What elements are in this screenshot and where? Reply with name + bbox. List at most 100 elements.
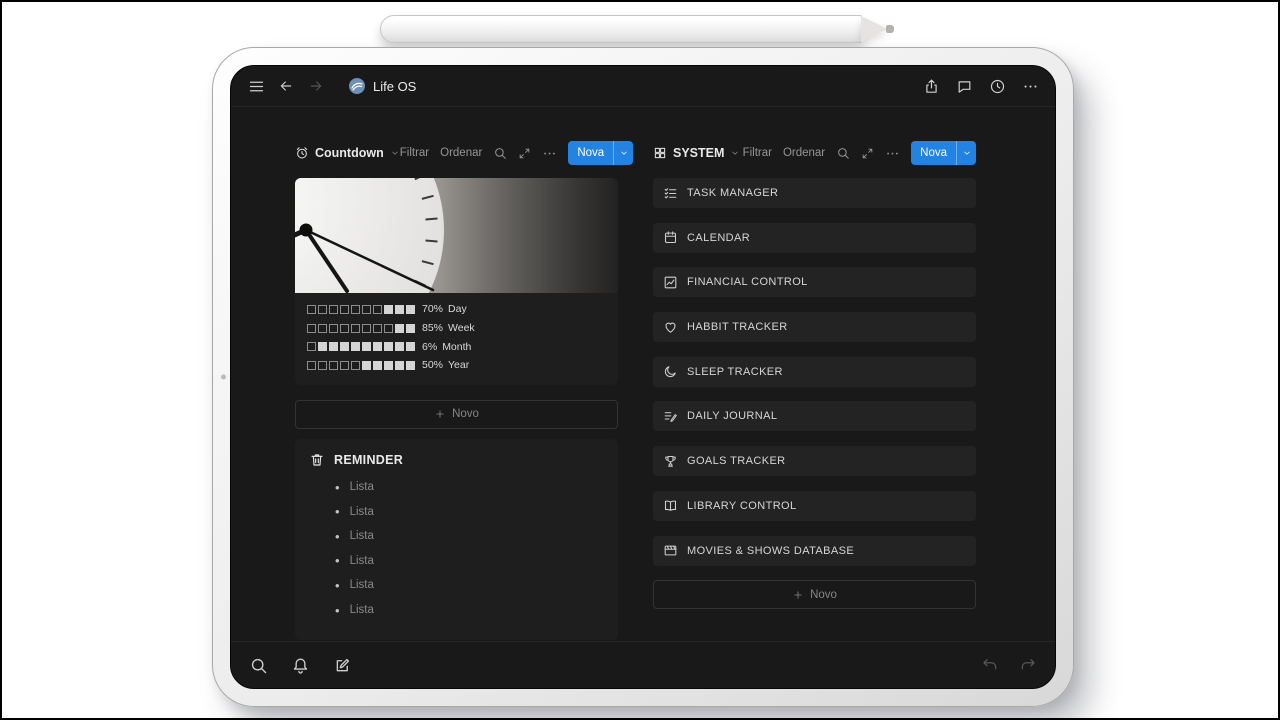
card-label: FINANCIAL CONTROL [687, 276, 808, 289]
more-options-icon[interactable] [1017, 73, 1043, 99]
card-daily-journal[interactable]: DAILY JOURNAL [653, 401, 976, 432]
new-button-label[interactable]: Nova [911, 141, 956, 165]
progress-square [307, 323, 316, 333]
list-item[interactable]: Lista [309, 598, 604, 623]
search-icon[interactable] [493, 146, 507, 160]
countdown-card[interactable]: 70% Day 85% Week 6% Month 50% Year [295, 178, 618, 385]
page-icon [349, 78, 365, 94]
card-calendar[interactable]: CALENDAR [653, 222, 976, 253]
progress-square [329, 342, 338, 352]
view-selector-countdown[interactable]: Countdown [295, 146, 400, 160]
progress-square [318, 342, 327, 352]
ipad-device: Life OS Countdown Filtrar Ordenar Nova 7… [212, 47, 1074, 707]
sort-button[interactable]: Ordenar [440, 147, 482, 159]
card-movies-shows[interactable]: MOVIES & SHOWS DATABASE [653, 535, 976, 566]
redo-icon [1013, 650, 1043, 680]
progress-square [362, 304, 371, 314]
chevron-down-icon [390, 148, 400, 158]
progress-square [406, 360, 415, 370]
progress-square [329, 304, 338, 314]
list-item-label: Lista [349, 530, 374, 543]
card-label: DAILY JOURNAL [687, 410, 778, 423]
progress-row-year: 50% Year [307, 356, 606, 375]
undo-redo-group [975, 650, 1043, 680]
financial-control-icon [663, 275, 678, 290]
card-goals-tracker[interactable]: GOALS TRACKER [653, 446, 976, 477]
list-item[interactable]: Lista [309, 499, 604, 524]
progress-square [340, 342, 349, 352]
progress-square [340, 323, 349, 333]
progress-row-week: 85% Week [307, 319, 606, 338]
history-icon[interactable] [984, 73, 1010, 99]
progress-square [307, 304, 316, 314]
new-item-button[interactable]: Novo [653, 580, 976, 610]
card-label: SLEEP TRACKER [687, 365, 783, 378]
filter-button[interactable]: Filtrar [400, 147, 429, 159]
progress-square [373, 304, 382, 314]
screenshot-frame: Life OS Countdown Filtrar Ordenar Nova 7… [0, 0, 1280, 720]
list-item-label: Lista [349, 505, 374, 518]
card-task-manager[interactable]: TASK MANAGER [653, 178, 976, 208]
more-options-icon[interactable] [542, 146, 557, 161]
plus-icon [792, 589, 804, 601]
grid-icon [653, 146, 667, 160]
search-icon[interactable] [243, 650, 273, 680]
new-button: Nova [568, 141, 634, 165]
share-icon[interactable] [918, 73, 944, 99]
view-selector-system[interactable]: SYSTEM [653, 146, 740, 160]
new-button-caret[interactable] [614, 141, 633, 165]
progress-percent: 85% [422, 322, 444, 335]
list-item-label: Lista [349, 481, 374, 494]
progress-square [318, 323, 327, 333]
sort-button[interactable]: Ordenar [783, 147, 825, 159]
progress-square [384, 342, 393, 352]
page-title: Life OS [373, 78, 417, 94]
reminder-list: Lista Lista Lista Lista Lista Lista [309, 475, 604, 623]
filter-button[interactable]: Filtrar [743, 147, 772, 159]
habit-tracker-icon [663, 320, 678, 335]
expand-icon[interactable] [861, 147, 874, 160]
topbar-actions [918, 73, 1043, 99]
new-item-label: Novo [810, 588, 837, 601]
card-sleep-tracker[interactable]: SLEEP TRACKER [653, 356, 976, 387]
list-item[interactable]: Lista [309, 549, 604, 574]
new-button: Nova [911, 141, 976, 165]
library-control-icon [663, 498, 678, 513]
view-name: Countdown [315, 146, 384, 160]
expand-icon[interactable] [518, 147, 531, 160]
list-item[interactable]: Lista [309, 573, 604, 598]
more-options-icon[interactable] [885, 146, 900, 161]
list-item[interactable]: Lista [309, 475, 604, 500]
progress-row-month: 6% Month [307, 337, 606, 356]
card-library-control[interactable]: LIBRARY CONTROL [653, 490, 976, 521]
progress-square [307, 360, 316, 370]
progress-square [340, 304, 349, 314]
system-toolbar: SYSTEM Filtrar Ordenar Nova [653, 141, 976, 165]
sidebar-toggle-icon[interactable] [243, 73, 269, 99]
search-icon[interactable] [836, 146, 850, 160]
card-label: LIBRARY CONTROL [687, 499, 797, 512]
notifications-bell-icon[interactable] [285, 650, 315, 680]
progress-square [351, 360, 360, 370]
progress-square [351, 304, 360, 314]
list-item[interactable]: Lista [309, 524, 604, 549]
compose-icon[interactable] [327, 650, 357, 680]
card-financial-control[interactable]: FINANCIAL CONTROL [653, 267, 976, 298]
new-button-caret[interactable] [957, 141, 976, 165]
comments-icon[interactable] [951, 73, 977, 99]
progress-label: Year [448, 359, 470, 372]
progress-square [384, 304, 393, 314]
breadcrumb[interactable]: Life OS [349, 78, 416, 94]
reminder-card[interactable]: REMINDER Lista Lista Lista Lista Lista L… [295, 438, 618, 641]
progress-square [373, 360, 382, 370]
card-label: GOALS TRACKER [687, 455, 786, 468]
card-label: CALENDAR [687, 231, 751, 244]
card-habit-tracker[interactable]: HABBIT TRACKER [653, 312, 976, 343]
new-button-label[interactable]: Nova [568, 141, 613, 165]
chevron-down-icon [730, 148, 740, 158]
progress-square [395, 323, 404, 333]
progress-label: Week [448, 322, 475, 335]
new-item-button[interactable]: Novo [295, 399, 618, 429]
back-arrow-icon[interactable] [273, 73, 299, 99]
progress-square [351, 342, 360, 352]
